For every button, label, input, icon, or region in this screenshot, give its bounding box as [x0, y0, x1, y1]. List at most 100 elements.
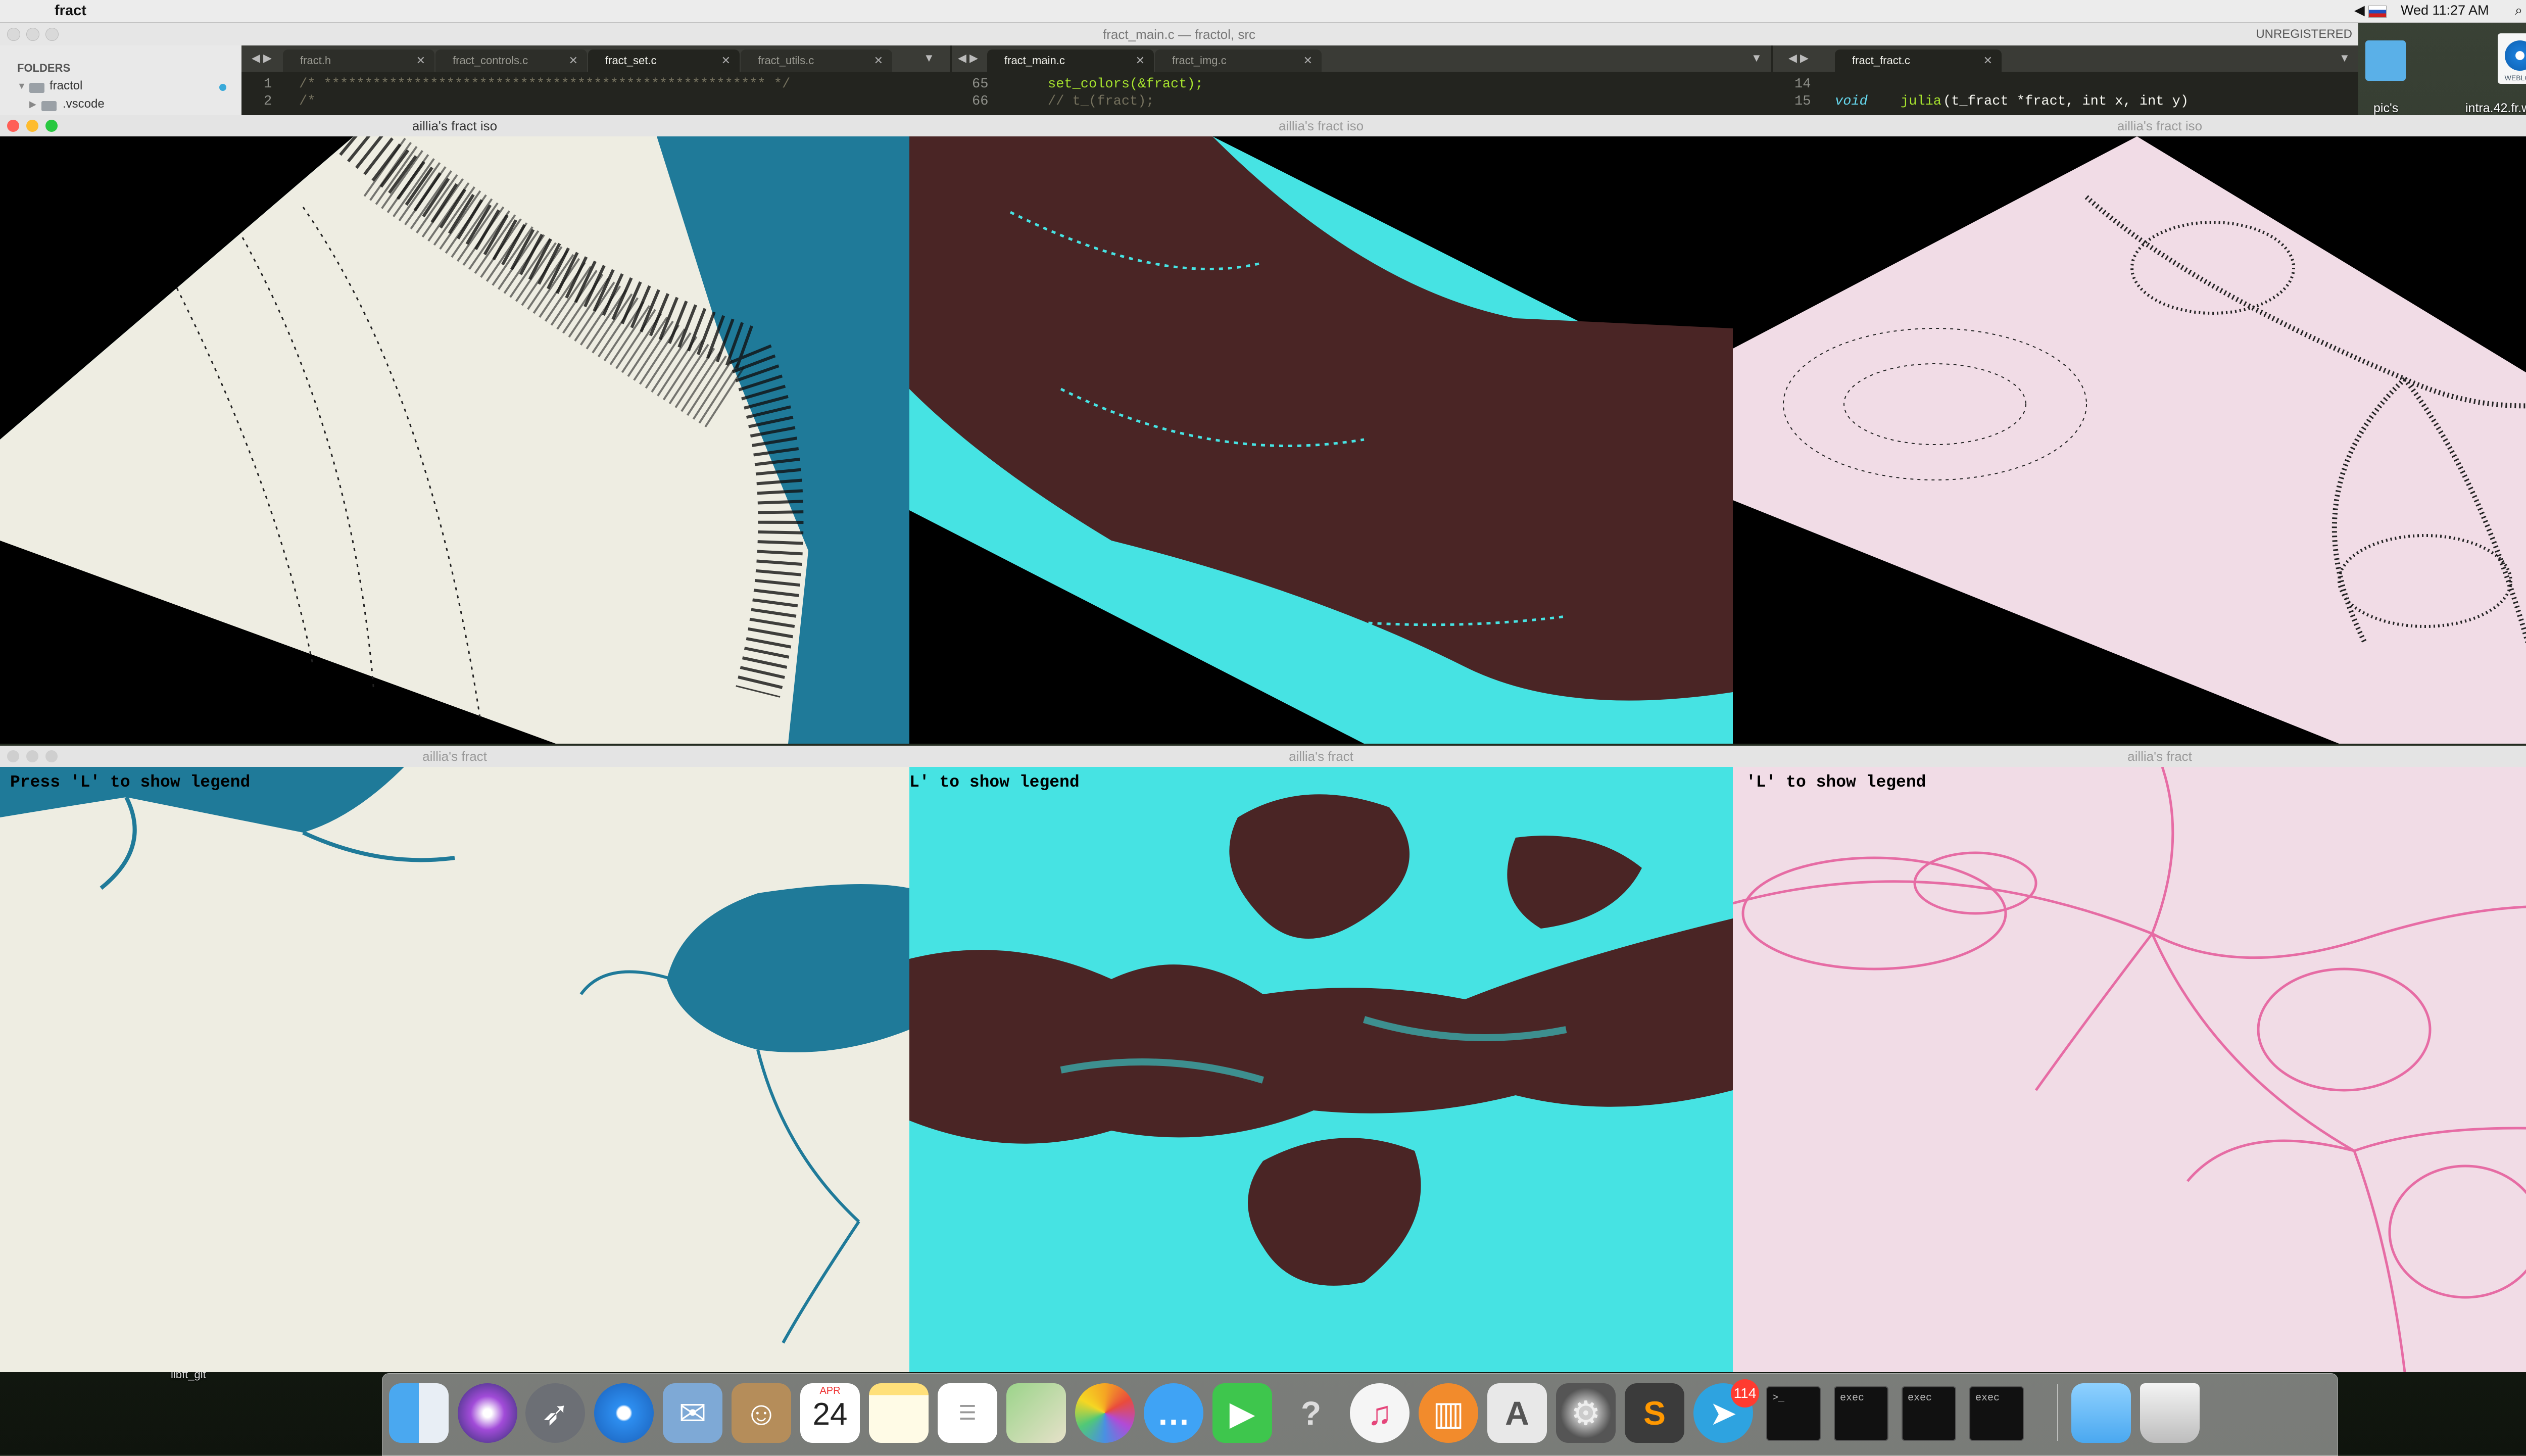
tab-fract-utils-c[interactable]: fract_utils.c ✕ — [741, 50, 892, 72]
tab-fract-main-c[interactable]: fract_main.c ✕ — [987, 50, 1154, 72]
sidebar-item-fractol[interactable]: fractol — [50, 79, 82, 93]
trash-icon[interactable] — [2140, 1383, 2200, 1443]
webloc-file-icon[interactable]: WEBLOC — [2498, 33, 2526, 84]
fractal-window-iso-cyan[interactable]: aillia's fract iso — [909, 115, 1733, 744]
messages-icon[interactable]: … — [1144, 1383, 1203, 1443]
editor-titlebar: fract_main.c — fractol, src UNREGISTERED — [0, 23, 2358, 45]
photos-icon[interactable] — [1075, 1383, 1135, 1443]
webloc-badge-text: WEBLOC — [2504, 74, 2526, 82]
disclosure-triangle-icon[interactable]: ▶ — [29, 99, 36, 110]
window-titlebar: aillia's fract iso — [909, 115, 1733, 137]
tab-fract-fract-c[interactable]: fract_fract.c ✕ — [1835, 50, 2002, 72]
fractal-window-mandelbrot[interactable]: aillia's fract Press 'L' to show legend — [0, 746, 909, 1372]
tab-fract-controls-c[interactable]: fract_controls.c ✕ — [435, 50, 587, 72]
exec-label: exec — [1840, 1392, 1865, 1404]
launchpad-icon[interactable]: ➶ — [525, 1383, 585, 1443]
itunes-icon[interactable]: ♫ — [1350, 1383, 1410, 1443]
fractal-window-julia-cyan[interactable]: aillia's fract L' to show legend — [909, 746, 1733, 1372]
tab-fract-h[interactable]: fract.h ✕ — [283, 50, 434, 72]
terminal-icon[interactable]: >_ — [1766, 1386, 1821, 1441]
calendar-month: APR — [819, 1385, 841, 1396]
code-function-name[interactable]: julia — [1901, 94, 1941, 109]
folder-icon[interactable] — [2365, 40, 2406, 81]
close-tab-icon[interactable]: ✕ — [1136, 50, 1145, 72]
line-number: 1 — [264, 77, 272, 92]
app-menu-name[interactable]: fract — [55, 3, 86, 19]
editor-window-title: fract_main.c — fractol, src — [1103, 27, 1255, 42]
fractal-render-julia-pink — [1733, 767, 2526, 1372]
close-tab-icon[interactable]: ✕ — [416, 50, 425, 72]
tab-bar-pane-2: ◀ ▶ fract_main.c ✕ fract_img.c ✕ ▼ — [952, 45, 1771, 72]
fractal-window-iso-pink[interactable]: aillia's fract iso — [1733, 115, 2526, 744]
folders-header: FOLDERS — [17, 62, 71, 74]
exec-label: exec — [1975, 1392, 2000, 1404]
exec-window-thumbnail[interactable]: exec — [1834, 1386, 1888, 1441]
menubar-clock[interactable]: Wed 11:27 AM — [2401, 3, 2489, 18]
tab-scroll-arrows-icon[interactable]: ◀ ▶ — [1788, 52, 1809, 65]
exec-window-thumbnail[interactable]: exec — [1902, 1386, 1956, 1441]
finder-icon[interactable] — [389, 1383, 449, 1443]
tab-label: fract_controls.c — [453, 54, 528, 67]
fractal-render-iso-blue — [0, 136, 909, 744]
tab-overflow-icon[interactable]: ▼ — [924, 52, 935, 65]
folder-icon — [29, 83, 44, 93]
fractal-render-iso-cyan — [909, 136, 1733, 744]
tab-fract-set-c[interactable]: fract_set.c ✕ — [588, 50, 740, 72]
folder-icon — [41, 101, 57, 111]
tab-label: fract.h — [300, 54, 331, 67]
fractal-window-iso-blue[interactable]: aillia's fract iso — [0, 115, 909, 744]
tab-scroll-arrows-icon[interactable]: ◀ ▶ — [958, 52, 978, 65]
facetime-icon[interactable]: ▶ — [1212, 1383, 1272, 1443]
books-icon[interactable]: ▥ — [1419, 1383, 1478, 1443]
tab-label: fract_utils.c — [758, 54, 814, 67]
dock-divider — [2057, 1384, 2058, 1441]
spotlight-search-icon[interactable]: ⌕ — [2515, 3, 2522, 19]
close-tab-icon[interactable]: ✕ — [874, 50, 883, 72]
code-line[interactable]: // t_(fract); — [1048, 94, 1154, 109]
editor-window: fract_main.c — fractol, src UNREGISTERED… — [0, 23, 2358, 117]
disclosure-triangle-icon[interactable]: ▼ — [17, 81, 26, 91]
siri-icon[interactable] — [458, 1383, 517, 1443]
telegram-badge: 114 — [1731, 1379, 1759, 1408]
exec-window-thumbnail[interactable]: exec — [1969, 1386, 2024, 1441]
legend-hint: Press 'L' to show legend — [10, 773, 251, 792]
code-line[interactable]: /* — [299, 94, 315, 109]
notes-icon[interactable] — [869, 1383, 929, 1443]
calendar-icon[interactable]: APR 24 — [800, 1383, 860, 1443]
safari-icon[interactable] — [594, 1383, 654, 1443]
maps-icon[interactable] — [1006, 1383, 1066, 1443]
tab-label: fract_main.c — [1004, 54, 1065, 67]
desktop-folder-label: pic's — [2373, 101, 2399, 115]
code-line[interactable]: set_colors(&fract); — [1048, 77, 1203, 92]
close-tab-icon[interactable]: ✕ — [569, 50, 578, 72]
tab-overflow-icon[interactable]: ▼ — [2339, 52, 2350, 65]
tab-overflow-icon[interactable]: ▼ — [1751, 52, 1762, 65]
close-tab-icon[interactable]: ✕ — [721, 50, 731, 72]
sublime-text-icon[interactable]: S — [1625, 1383, 1684, 1443]
modified-indicator — [219, 84, 226, 91]
help-icon[interactable]: ? — [1281, 1383, 1341, 1443]
system-preferences-icon[interactable]: ⚙ — [1556, 1383, 1616, 1443]
tab-fract-img-c[interactable]: fract_img.c ✕ — [1155, 50, 1322, 72]
code-line[interactable]: /* *************************************… — [299, 77, 946, 92]
line-number: 2 — [264, 94, 272, 109]
tab-label: fract_img.c — [1172, 54, 1227, 67]
downloads-folder-icon[interactable] — [2071, 1383, 2131, 1443]
contacts-icon[interactable]: ☺ — [732, 1383, 791, 1443]
window-title: aillia's fract — [422, 749, 487, 764]
code-arguments[interactable]: (t_fract *fract, int x, int y) — [1943, 94, 2189, 109]
app-store-icon[interactable]: A — [1487, 1383, 1547, 1443]
line-number: 14 — [1794, 77, 1811, 92]
input-source-flag-icon[interactable] — [2368, 6, 2387, 18]
window-titlebar: aillia's fract — [0, 746, 909, 767]
close-tab-icon[interactable]: ✕ — [1983, 50, 1993, 72]
legend-hint: 'L' to show legend — [1746, 773, 1926, 792]
code-keyword[interactable]: void — [1835, 94, 1868, 109]
tab-scroll-arrows-icon[interactable]: ◀ ▶ — [252, 52, 272, 65]
reminders-icon[interactable]: ☰ — [938, 1383, 997, 1443]
volume-icon[interactable]: ◀︎ — [2354, 3, 2365, 18]
fractal-window-julia-pink[interactable]: aillia's fract 'L' to show legend — [1733, 746, 2526, 1372]
close-tab-icon[interactable]: ✕ — [1303, 50, 1313, 72]
mail-icon[interactable]: ✉ — [663, 1383, 722, 1443]
sidebar-item-vscode[interactable]: .vscode — [63, 97, 105, 111]
